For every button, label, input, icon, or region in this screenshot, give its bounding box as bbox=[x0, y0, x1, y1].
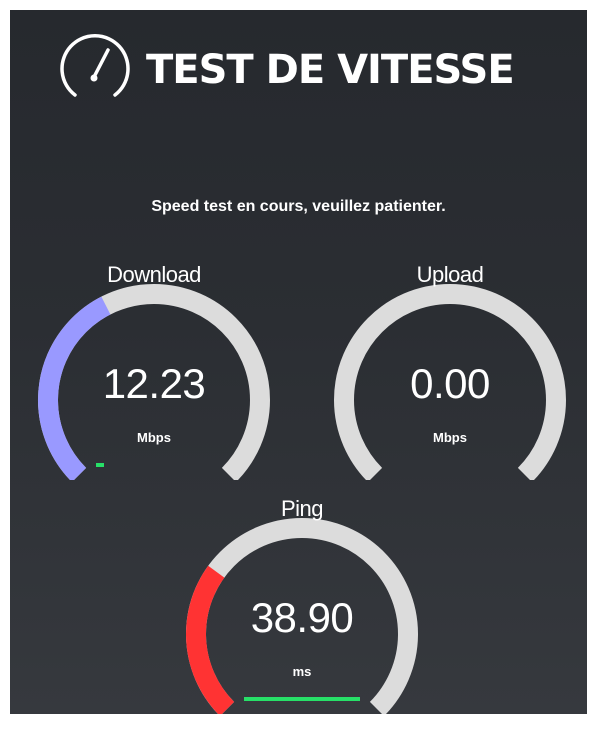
download-gauge: Download 12.23 Mbps bbox=[34, 260, 274, 480]
ping-unit: ms bbox=[292, 664, 312, 679]
ping-gauge: Ping 38.90 ms bbox=[182, 494, 422, 714]
status-message: Speed test en cours, veuillez patienter. bbox=[151, 198, 446, 215]
upload-value: 0.00 bbox=[410, 360, 490, 407]
download-label: Download bbox=[107, 262, 201, 287]
ping-value: 38.90 bbox=[250, 594, 354, 641]
header: TEST DE VITESSE bbox=[58, 30, 515, 110]
download-progress-bar bbox=[96, 463, 105, 467]
download-unit: Mbps bbox=[137, 430, 171, 445]
speedometer-icon bbox=[60, 34, 130, 97]
ping-progress-bar bbox=[244, 697, 360, 701]
speedtest-panel: TEST DE VITESSE Speed test en cours, veu… bbox=[10, 10, 587, 714]
download-value: 12.23 bbox=[102, 360, 206, 407]
upload-label: Upload bbox=[416, 262, 484, 287]
ping-label: Ping bbox=[280, 496, 324, 521]
upload-unit: Mbps bbox=[433, 430, 467, 445]
app-title: TEST DE VITESSE bbox=[146, 47, 515, 93]
upload-gauge: Upload 0.00 Mbps bbox=[330, 260, 570, 480]
